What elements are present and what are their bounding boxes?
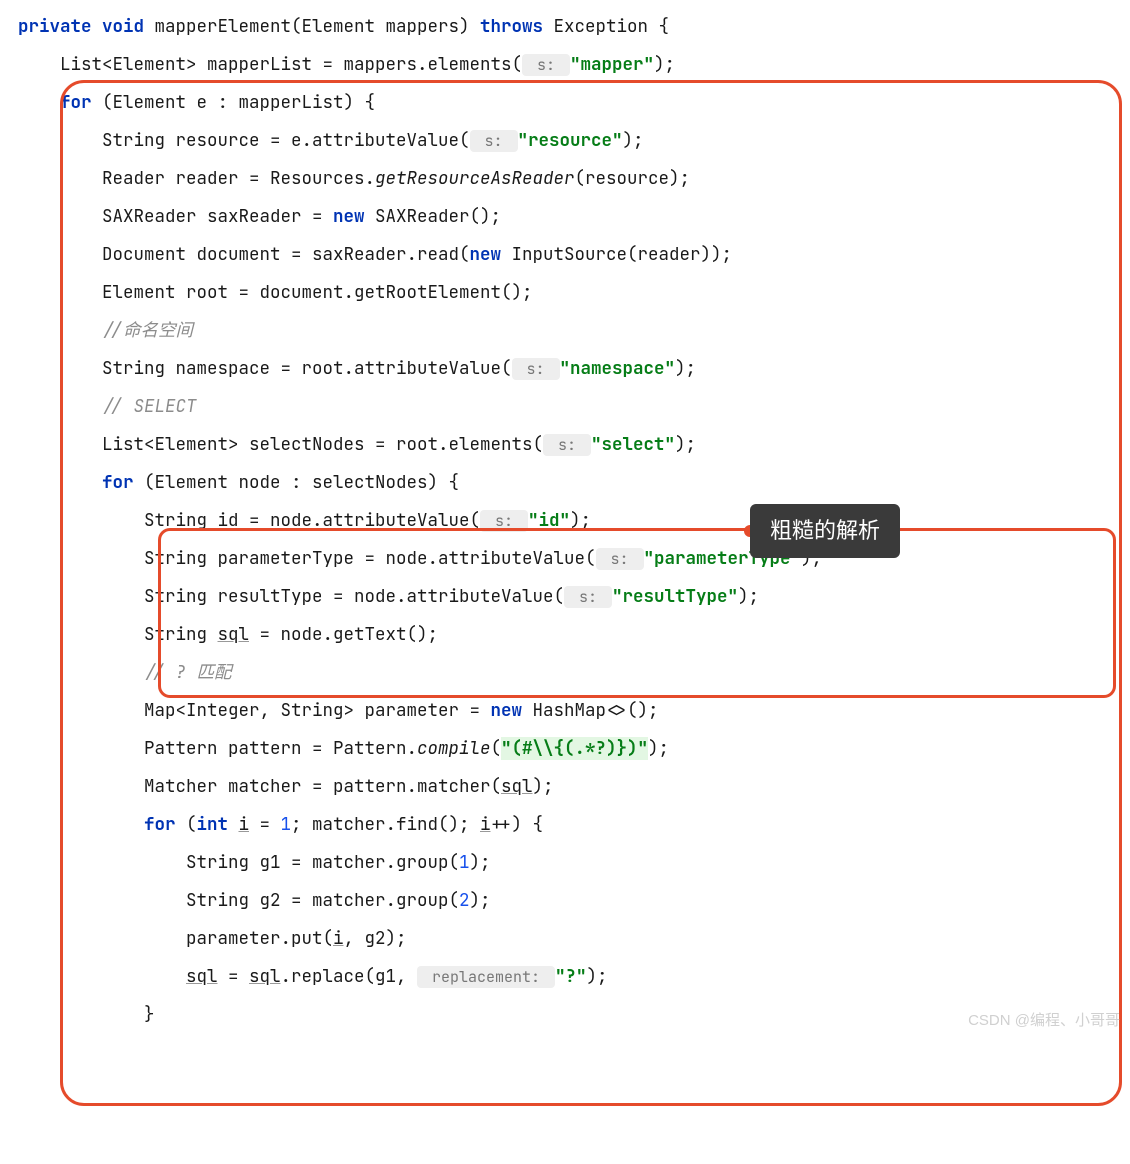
comment: // ? 匹配 — [144, 661, 232, 684]
code-line: List<Element> selectNodes = root.element… — [18, 426, 1130, 464]
string-literal: "(#\\{(.*?)})" — [501, 737, 648, 760]
code-line: String resultType = node.attributeValue(… — [18, 578, 1130, 616]
code-line: String g1 = matcher.group(1); — [18, 844, 1130, 882]
param-hint: s: — [470, 130, 518, 152]
code-line: List<Element> mapperList = mappers.eleme… — [18, 46, 1130, 84]
code-line: for (Element node : selectNodes) { — [18, 464, 1130, 502]
code-line: Element root = document.getRootElement()… — [18, 274, 1130, 312]
keyword: private void — [18, 15, 144, 38]
annotation-dot — [744, 525, 756, 537]
param-hint: s: — [564, 586, 612, 608]
string-literal: "resource" — [518, 129, 623, 152]
comment: //命名空间 — [102, 319, 193, 342]
code-line: //命名空间 — [18, 312, 1130, 350]
param-hint: replacement: — [417, 966, 555, 988]
code-line: sql = sql.replace(g1, replacement: "?"); — [18, 958, 1130, 996]
code-line: String namespace = root.attributeValue( … — [18, 350, 1130, 388]
keyword: for — [144, 813, 176, 836]
code-line: Matcher matcher = pattern.matcher(sql); — [18, 768, 1130, 806]
keyword: throws — [480, 15, 543, 38]
param-hint: s: — [480, 510, 528, 532]
comment: // SELECT — [102, 395, 197, 418]
param-hint: s: — [512, 358, 560, 380]
code-line: for (Element e : mapperList) { — [18, 84, 1130, 122]
param-hint: s: — [543, 434, 591, 456]
code-line: Document document = saxReader.read(new I… — [18, 236, 1130, 274]
code-line: String resource = e.attributeValue( s: "… — [18, 122, 1130, 160]
keyword: new — [333, 205, 365, 228]
code-line: String sql = node.getText(); — [18, 616, 1130, 654]
code-line: for (int i = 1; matcher.find(); i++) { — [18, 806, 1130, 844]
code-line: private void mapperElement(Element mappe… — [18, 8, 1130, 46]
code-line: parameter.put(i, g2); — [18, 920, 1130, 958]
code-line: Map<Integer, String> parameter = new Has… — [18, 692, 1130, 730]
code-line: Reader reader = Resources.getResourceAsR… — [18, 160, 1130, 198]
code-line: // ? 匹配 — [18, 654, 1130, 692]
string-literal: "mapper" — [570, 53, 654, 76]
code-line: SAXReader saxReader = new SAXReader(); — [18, 198, 1130, 236]
keyword: for — [102, 471, 134, 494]
param-hint: s: — [522, 54, 570, 76]
code-line: } — [18, 996, 1130, 1034]
keyword: int — [197, 813, 229, 836]
code-line: String id = node.attributeValue( s: "id"… — [18, 502, 1130, 540]
keyword: new — [470, 243, 502, 266]
watermark: CSDN @编程、小哥哥 — [968, 1002, 1120, 1040]
param-hint: s: — [596, 548, 644, 570]
string-literal: "resultType" — [612, 585, 738, 608]
keyword: for — [60, 91, 92, 114]
string-literal: "?" — [555, 965, 587, 988]
code-line: Pattern pattern = Pattern.compile("(#\\{… — [18, 730, 1130, 768]
code-line: String parameterType = node.attributeVal… — [18, 540, 1130, 578]
keyword: new — [491, 699, 523, 722]
string-literal: "id" — [528, 509, 570, 532]
string-literal: "namespace" — [560, 357, 676, 380]
code-line: String g2 = matcher.group(2); — [18, 882, 1130, 920]
string-literal: "select" — [591, 433, 675, 456]
string-literal: "parameterType" — [644, 547, 802, 570]
code-line: // SELECT — [18, 388, 1130, 426]
